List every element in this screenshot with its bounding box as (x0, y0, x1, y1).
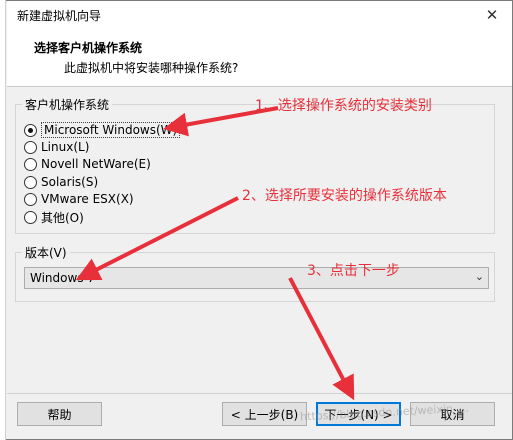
chevron-down-icon[interactable]: ⌄ (475, 270, 484, 283)
button-divider (7, 393, 512, 394)
radio-icon[interactable] (24, 175, 37, 189)
radio-icon[interactable] (24, 140, 37, 154)
annotation-step-1: 1、选择操作系统的安装类别 (255, 98, 432, 114)
radio-icon[interactable] (24, 157, 37, 171)
guest-os-group: 客户机操作系统 Microsoft Windows(W) Linux(L) No… (15, 96, 495, 234)
close-icon[interactable]: ✕ (482, 5, 502, 25)
os-option-windows[interactable]: Microsoft Windows(W) (24, 122, 181, 138)
radio-icon[interactable] (24, 123, 37, 137)
radio-icon[interactable] (24, 192, 37, 206)
annotation-step-2: 2、选择所要安装的操作系统版本 (242, 188, 447, 204)
wizard-header: 选择客户机操作系统 此虚拟机中将安装哪种操作系统? (7, 29, 512, 87)
window-title: 新建虚拟机向导 (17, 9, 102, 23)
guest-os-group-label: 客户机操作系统 (22, 96, 113, 113)
os-option-netware[interactable]: Novell NetWare(E) (24, 156, 151, 172)
version-select[interactable]: Windows 7 ⌄ (24, 267, 489, 289)
os-option-label: 其他(O) (41, 210, 84, 225)
os-option-solaris[interactable]: Solaris(S) (24, 174, 98, 190)
os-option-label: VMware ESX(X) (41, 192, 134, 206)
version-select-value: Windows 7 (30, 271, 96, 285)
background-strip (0, 0, 6, 440)
os-option-label: Solaris(S) (41, 175, 99, 189)
help-button[interactable]: 帮助 (17, 402, 102, 426)
os-option-label: Microsoft Windows(W) (41, 122, 181, 138)
back-button[interactable]: < 上一步(B) (222, 402, 307, 426)
os-option-label: Linux(L) (41, 140, 90, 154)
os-option-label: Novell NetWare(E) (41, 157, 151, 171)
version-group-label: 版本(V) (22, 244, 70, 261)
page-title: 选择客户机操作系统 (34, 41, 143, 55)
radio-icon[interactable] (24, 210, 37, 224)
title-bar: 新建虚拟机向导 ✕ (7, 1, 512, 29)
os-option-other[interactable]: 其他(O) (24, 209, 84, 225)
os-option-esx[interactable]: VMware ESX(X) (24, 191, 134, 207)
os-option-linux[interactable]: Linux(L) (24, 139, 89, 155)
page-subtitle: 此虚拟机中将安装哪种操作系统? (64, 61, 239, 75)
version-group: 版本(V) Windows 7 ⌄ (15, 244, 495, 302)
annotation-step-3: 3、点击下一步 (307, 263, 400, 279)
